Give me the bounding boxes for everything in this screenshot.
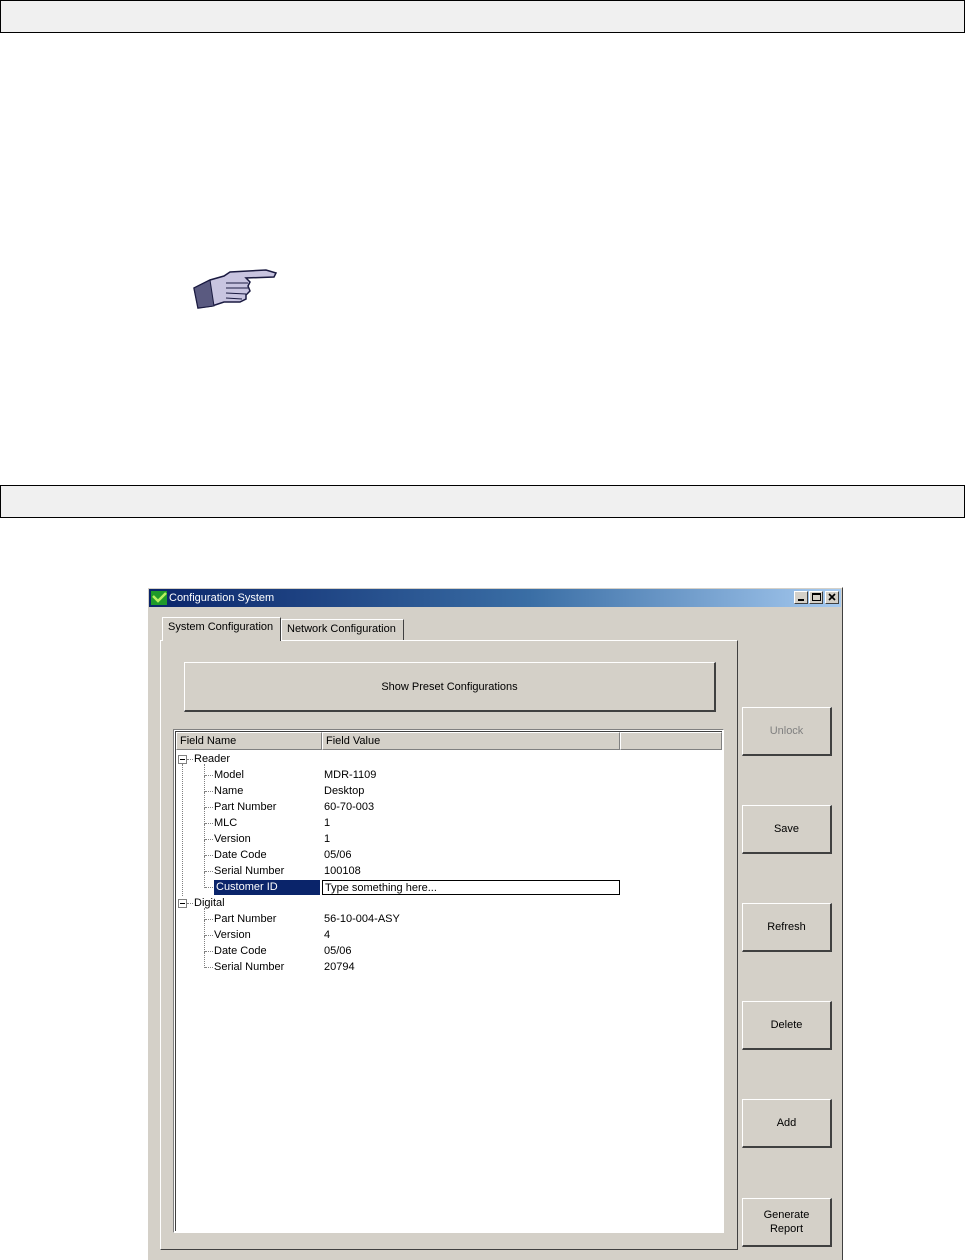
field-name: Serial Number [214, 865, 285, 877]
configuration-system-window: Configuration System System Configuratio… [147, 587, 843, 1260]
field-value: 05/06 [324, 849, 352, 861]
tree-row[interactable]: Version 4 [176, 920, 722, 944]
close-icon [828, 593, 836, 601]
configuration-list-view[interactable]: Field Name Field Value Reader Model MDR-… [173, 729, 724, 1233]
field-name: Model [214, 769, 244, 781]
field-value: 20794 [324, 961, 355, 973]
group-label: Digital [194, 897, 225, 909]
generate-report-button[interactable]: Generate Report [742, 1198, 832, 1247]
tree-row[interactable]: Name Desktop [176, 776, 722, 800]
tree-row[interactable]: Serial Number 100108 [176, 856, 722, 880]
field-name: Date Code [214, 945, 267, 957]
field-name: MLC [214, 817, 238, 829]
tree-row[interactable]: Date Code 05/06 [176, 936, 722, 960]
column-header-field-name[interactable]: Field Name [176, 732, 322, 750]
tree-spine [182, 764, 183, 896]
field-name: Part Number [214, 913, 277, 925]
collapse-icon[interactable] [178, 755, 187, 764]
tree-group-reader[interactable]: Reader [176, 752, 722, 768]
field-value: 05/06 [324, 945, 352, 957]
field-value: 4 [324, 929, 331, 941]
collapse-icon[interactable] [178, 899, 187, 908]
delete-button[interactable]: Delete [742, 1001, 832, 1050]
field-name: Serial Number [214, 961, 285, 973]
tree-row[interactable]: Serial Number 20794 [176, 952, 722, 976]
customer-id-field[interactable] [322, 880, 620, 895]
tree-row[interactable]: Part Number 56-10-004-ASY [176, 908, 722, 928]
field-name: Part Number [214, 801, 277, 813]
field-name: Name [214, 785, 244, 797]
tree-row[interactable]: Part Number 60-70-003 [176, 792, 722, 816]
tree-row[interactable]: Date Code 05/06 [176, 840, 722, 864]
tree-row[interactable]: Version 1 [176, 824, 722, 848]
field-name-selected: Customer ID [214, 880, 320, 895]
field-value: MDR-1109 [324, 769, 377, 781]
add-button[interactable]: Add [742, 1099, 832, 1148]
field-value: 1 [324, 817, 331, 829]
top-rule-box [0, 0, 965, 33]
app-checkmark-icon [151, 591, 167, 605]
tree-row-selected[interactable]: Customer ID [176, 872, 722, 896]
tree-row[interactable]: MLC 1 [176, 808, 722, 832]
pointing-hand-icon [193, 269, 278, 309]
column-header-field-value[interactable]: Field Value [322, 732, 620, 750]
field-value: 56-10-004-ASY [324, 913, 400, 925]
maximize-icon [812, 593, 821, 601]
title-bar[interactable]: Configuration System [149, 589, 841, 607]
system-configuration-panel: Show Preset Configurations Field Name Fi… [160, 640, 738, 1250]
tree-group-digital[interactable]: Digital [176, 896, 722, 912]
tab-network-configuration[interactable]: Network Configuration [281, 619, 404, 640]
tree-row[interactable]: Model MDR-1109 [176, 764, 722, 784]
show-preset-configurations-button[interactable]: Show Preset Configurations [184, 662, 716, 712]
tab-system-configuration[interactable]: System Configuration [162, 617, 281, 641]
unlock-button[interactable]: Unlock [742, 707, 832, 756]
field-value: 60-70-003 [324, 801, 375, 813]
save-button[interactable]: Save [742, 805, 832, 854]
minimize-icon [798, 599, 804, 601]
field-name: Date Code [214, 849, 267, 861]
list-header: Field Name Field Value [176, 732, 722, 750]
window-title: Configuration System [169, 592, 275, 604]
refresh-button[interactable]: Refresh [742, 903, 832, 952]
group-label: Reader [194, 753, 231, 765]
minimize-button[interactable] [794, 591, 808, 604]
column-header-empty[interactable] [620, 732, 722, 750]
field-name: Version [214, 929, 251, 941]
field-value: 100108 [324, 865, 361, 877]
close-button[interactable] [825, 591, 839, 604]
field-name: Version [214, 833, 251, 845]
maximize-button[interactable] [809, 591, 823, 604]
field-value: Desktop [324, 785, 365, 797]
field-value: 1 [324, 833, 331, 845]
bottom-rule-box [0, 485, 965, 518]
